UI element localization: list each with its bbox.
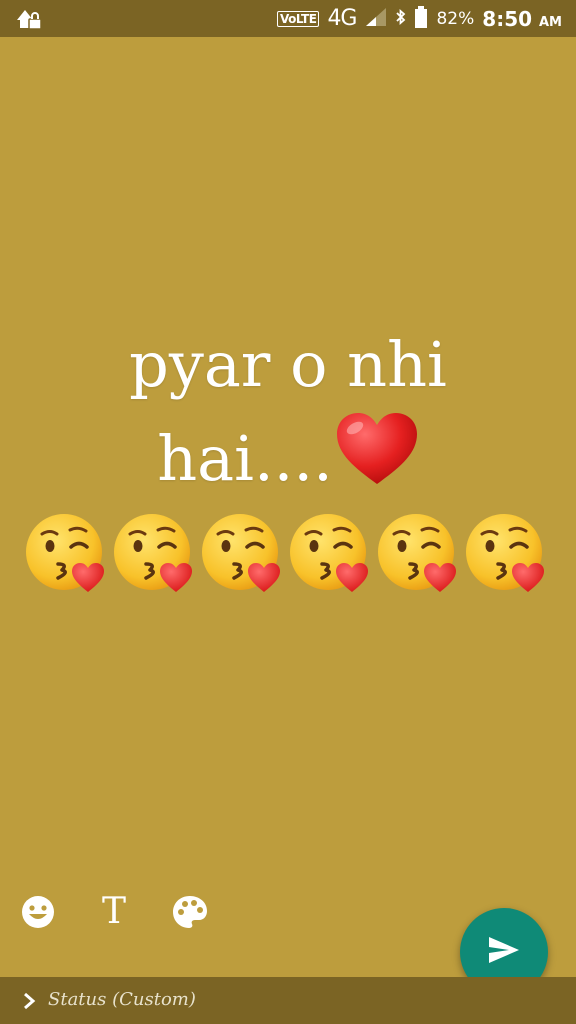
red-heart-emoji <box>335 412 419 512</box>
kissing-face-emoji <box>200 512 284 596</box>
battery-icon <box>414 5 428 32</box>
battery-percent: 82% <box>436 8 475 29</box>
bluetooth-icon <box>396 7 406 31</box>
notification-icon <box>14 6 44 32</box>
clock: 8:50 AM <box>482 6 562 31</box>
emoji-row <box>24 512 552 596</box>
network-type: 4G <box>327 6 357 31</box>
kissing-face-emoji <box>24 512 108 596</box>
text-tool-button[interactable]: T <box>94 892 134 932</box>
palette-icon[interactable] <box>170 892 210 932</box>
status-bar: VoLTE 4G 82% 8:50 AM <box>0 0 576 37</box>
chevron-right-icon <box>20 991 38 1011</box>
privacy-label: Status (Custom) <box>48 989 196 1010</box>
kissing-face-emoji <box>288 512 372 596</box>
status-line-1: pyar o nhi <box>129 328 447 401</box>
smiley-icon[interactable] <box>18 892 58 932</box>
kissing-face-emoji <box>376 512 460 596</box>
signal-icon <box>364 7 388 31</box>
send-icon <box>487 935 521 969</box>
kissing-face-emoji <box>112 512 196 596</box>
status-line-2: hai.... <box>157 422 333 495</box>
kissing-face-emoji <box>464 512 548 596</box>
volte-indicator: VoLTE <box>277 10 320 27</box>
status-text[interactable]: pyar o nhi hai.... <box>0 318 576 512</box>
status-privacy-bar[interactable]: Status (Custom) <box>0 977 576 1024</box>
